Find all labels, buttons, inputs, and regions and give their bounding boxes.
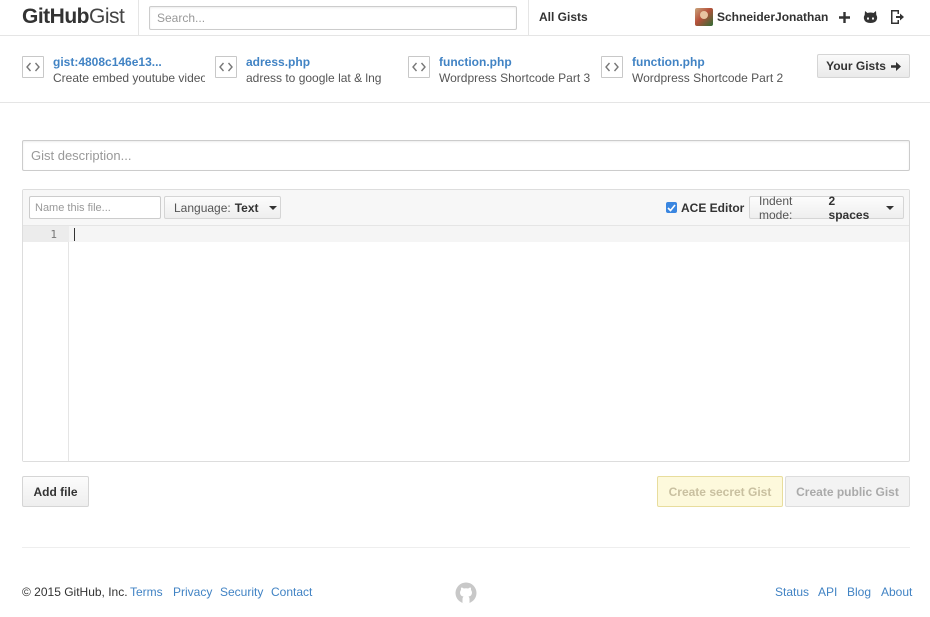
arrow-right-icon bbox=[890, 61, 901, 71]
recent-gist-description: Wordpress Shortcode Part 2 bbox=[632, 71, 784, 85]
language-label: Language: bbox=[174, 200, 231, 215]
header-divider bbox=[528, 0, 529, 36]
line-number: 1 bbox=[50, 228, 57, 241]
active-gutter-cell: 1 bbox=[23, 226, 69, 242]
indent-mode-select[interactable]: Indent mode: 2 spaces bbox=[749, 193, 904, 222]
check-icon bbox=[667, 203, 676, 212]
recent-gist-title[interactable]: gist:4808c146e13... bbox=[53, 55, 162, 69]
copyright-text: © 2015 GitHub, Inc. bbox=[22, 585, 128, 599]
code-icon bbox=[215, 56, 237, 78]
recent-gists-strip: gist:4808c146e13... Create embed youtube… bbox=[0, 37, 930, 103]
file-toolbar: Language: Text ACE Editor Indent mode: 2… bbox=[23, 190, 909, 226]
language-select[interactable]: Language: Text bbox=[164, 196, 281, 219]
octocat-icon[interactable] bbox=[861, 8, 879, 26]
ace-editor-label[interactable]: ACE Editor bbox=[681, 201, 744, 215]
code-editor[interactable] bbox=[70, 226, 909, 461]
sign-out-icon[interactable] bbox=[888, 8, 906, 26]
plus-icon[interactable] bbox=[835, 8, 853, 26]
recent-gist-title[interactable]: adress.php bbox=[246, 55, 310, 69]
footer-link-privacy[interactable]: Privacy bbox=[173, 585, 212, 599]
your-gists-label: Your Gists bbox=[826, 59, 886, 73]
ace-editor-checkbox[interactable] bbox=[666, 202, 677, 213]
footer-link-blog[interactable]: Blog bbox=[847, 585, 871, 599]
footer-link-status[interactable]: Status bbox=[775, 585, 809, 599]
code-icon bbox=[22, 56, 44, 78]
recent-gist-item[interactable]: function.php Wordpress Shortcode Part 2 bbox=[601, 55, 791, 87]
chevron-down-icon bbox=[268, 205, 277, 210]
github-gist-logo[interactable]: GitHubGist bbox=[22, 5, 125, 29]
recent-gist-title[interactable]: function.php bbox=[632, 55, 705, 69]
language-value: Text bbox=[234, 200, 259, 215]
github-mark-icon[interactable] bbox=[455, 582, 477, 604]
recent-gist-item[interactable]: adress.php adress to google lat & lng bbox=[215, 55, 395, 87]
logo-text-bold: GitHub bbox=[22, 5, 89, 28]
recent-gist-item[interactable]: gist:4808c146e13... Create embed youtube… bbox=[22, 55, 205, 87]
code-icon bbox=[601, 56, 623, 78]
recent-gist-title[interactable]: function.php bbox=[439, 55, 512, 69]
site-header: GitHubGist All Gists SchneiderJonathan bbox=[0, 0, 930, 36]
footer-link-api[interactable]: API bbox=[818, 585, 837, 599]
create-secret-gist-button[interactable]: Create secret Gist bbox=[657, 476, 783, 507]
recent-gist-description: adress to google lat & lng bbox=[246, 71, 382, 85]
recent-gist-description: Wordpress Shortcode Part 3 bbox=[439, 71, 591, 85]
logo-text-light: Gist bbox=[88, 5, 125, 28]
footer-link-about[interactable]: About bbox=[881, 585, 912, 599]
your-gists-button[interactable]: Your Gists bbox=[817, 54, 910, 78]
indent-mode-value: 2 spaces bbox=[828, 193, 870, 222]
footer-link-security[interactable]: Security bbox=[220, 585, 263, 599]
create-public-gist-button[interactable]: Create public Gist bbox=[785, 476, 910, 507]
indent-mode-label: Indent mode: bbox=[759, 193, 793, 222]
chevron-down-icon bbox=[886, 205, 894, 210]
add-file-button[interactable]: Add file bbox=[22, 476, 89, 507]
avatar[interactable] bbox=[695, 8, 713, 26]
username-link[interactable]: SchneiderJonathan bbox=[717, 10, 828, 24]
footer-link-terms[interactable]: Terms bbox=[130, 585, 163, 599]
footer-link-contact[interactable]: Contact bbox=[271, 585, 312, 599]
all-gists-link[interactable]: All Gists bbox=[539, 10, 588, 24]
code-icon bbox=[408, 56, 430, 78]
search-input[interactable] bbox=[149, 6, 517, 30]
file-editor: Language: Text ACE Editor Indent mode: 2… bbox=[22, 189, 910, 462]
header-divider bbox=[138, 0, 139, 36]
filename-input[interactable] bbox=[29, 196, 161, 219]
gist-description-input[interactable] bbox=[22, 140, 910, 171]
text-cursor bbox=[74, 228, 75, 241]
line-gutter bbox=[23, 226, 69, 461]
footer-divider bbox=[22, 547, 910, 548]
recent-gist-item[interactable]: function.php Wordpress Shortcode Part 3 bbox=[408, 55, 593, 87]
recent-gist-description: Create embed youtube video bbox=[53, 71, 205, 85]
